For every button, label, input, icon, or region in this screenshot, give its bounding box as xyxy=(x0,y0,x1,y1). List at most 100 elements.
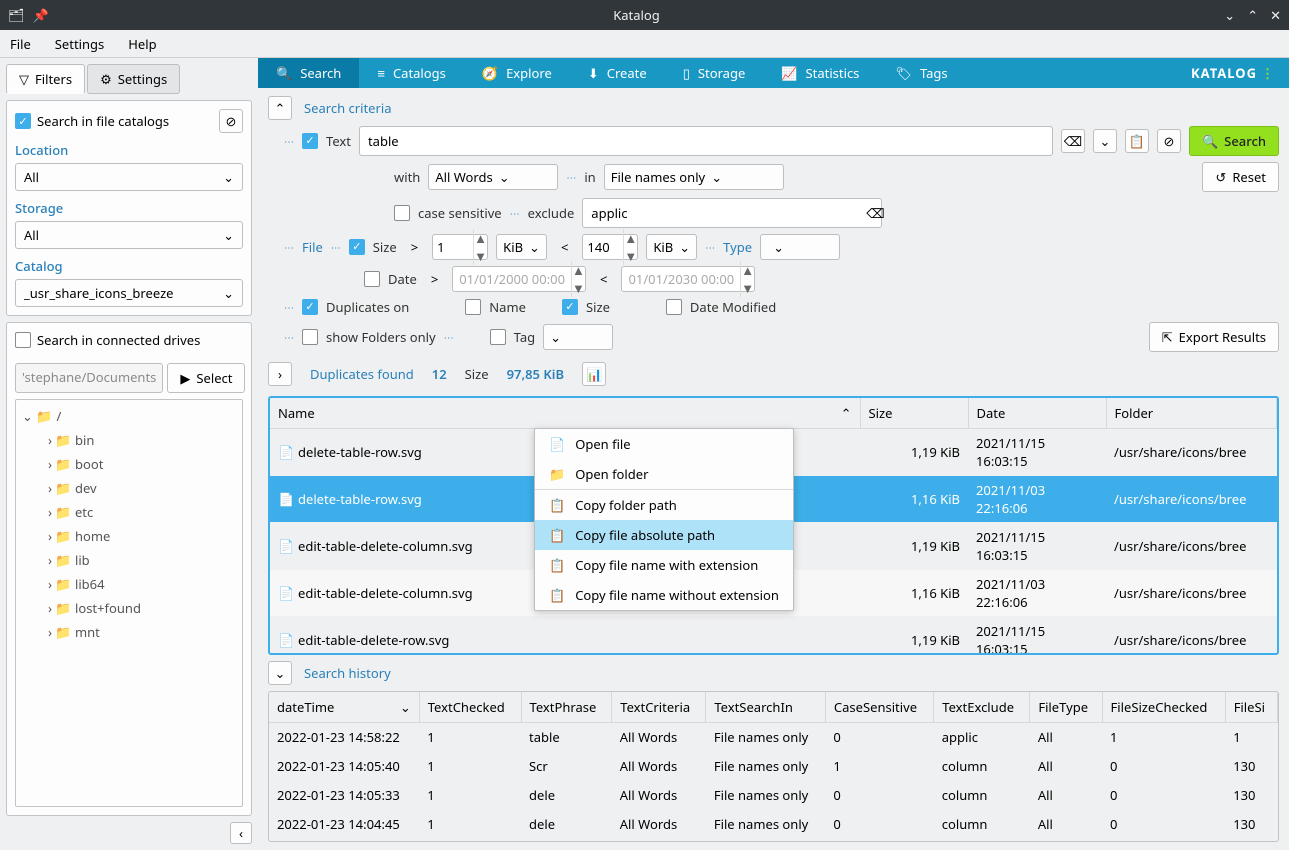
size-dup-checkbox[interactable]: ✓ xyxy=(562,299,578,315)
tag-select[interactable]: ⌄ xyxy=(543,324,613,350)
toolbar-create[interactable]: ⬇ Create xyxy=(570,58,665,88)
tree-item[interactable]: › 📁 home xyxy=(20,524,238,548)
minimize-icon[interactable]: ⌄ xyxy=(1224,6,1235,24)
history-row[interactable]: 2022-01-23 14:58:221tableAll WordsFile n… xyxy=(269,723,1278,752)
folder-tree[interactable]: ⌄ 📁 / › 📁 bin› 📁 boot› 📁 dev› 📁 etc› 📁 h… xyxy=(15,399,243,807)
tree-item[interactable]: › 📁 mnt xyxy=(20,620,238,644)
history-col[interactable]: TextSearchIn xyxy=(706,692,826,723)
tree-item[interactable]: › 📁 etc xyxy=(20,500,238,524)
history-col[interactable]: TextExclude xyxy=(934,692,1030,723)
tab-settings[interactable]: ⚙ Settings xyxy=(87,64,180,94)
storage-select[interactable]: All⌄ xyxy=(15,221,243,249)
history-dropdown-icon[interactable]: ⌄ xyxy=(1093,129,1117,153)
clear-filters-icon[interactable]: ⊘ xyxy=(219,109,243,133)
close-icon[interactable]: ✕ xyxy=(1270,6,1281,24)
date-from[interactable]: 01/01/2000 00:00▲▼ xyxy=(452,266,586,292)
toolbar-tags[interactable]: 🏷 Tags xyxy=(877,58,965,88)
history-col[interactable]: dateTime ⌄ xyxy=(269,692,419,723)
date-to[interactable]: 01/01/2030 00:00▲▼ xyxy=(621,266,755,292)
name-checkbox[interactable] xyxy=(465,299,481,315)
text-checkbox[interactable]: ✓ xyxy=(302,133,318,149)
paste-icon[interactable]: 📋 xyxy=(1125,129,1149,153)
size-from-spin[interactable]: ▲▼ xyxy=(432,234,488,260)
with-select[interactable]: All Words ⌄ xyxy=(428,164,558,190)
search-in-catalogs-checkbox[interactable]: ✓ xyxy=(15,113,31,129)
ctx-open-file[interactable]: 📄 Open file xyxy=(535,429,793,459)
toolbar-explore[interactable]: 🧭 Explore xyxy=(464,58,570,88)
search-text-input[interactable] xyxy=(359,126,1053,156)
clear-exclude-icon[interactable]: ⌫ xyxy=(866,204,884,222)
expand-results-button[interactable]: › xyxy=(268,362,292,386)
tree-root[interactable]: ⌄ 📁 / xyxy=(20,404,238,428)
tag-label: Tag xyxy=(514,328,535,346)
res-size-label: Size xyxy=(465,365,489,383)
menu-file[interactable]: File xyxy=(10,35,31,53)
ctx-copy-abs-path[interactable]: 📋 Copy file absolute path xyxy=(535,520,793,550)
tree-item[interactable]: › 📁 bin xyxy=(20,428,238,452)
size-to-input[interactable] xyxy=(583,238,623,256)
toolbar-search[interactable]: 🔍 Search xyxy=(258,58,359,88)
datemod-checkbox[interactable] xyxy=(666,299,682,315)
reset-button[interactable]: ↺ Reset xyxy=(1202,162,1279,192)
history-row[interactable]: 2022-01-23 14:04:451deleAll WordsFile na… xyxy=(269,810,1278,839)
search-in-drives-checkbox[interactable] xyxy=(15,332,31,348)
type-select[interactable]: ⌄ xyxy=(760,234,840,260)
ctx-open-folder[interactable]: 📁 Open folder xyxy=(535,459,793,489)
menu-settings[interactable]: Settings xyxy=(55,35,104,53)
col-size[interactable]: Size xyxy=(860,398,968,429)
maximize-icon[interactable]: ⌃ xyxy=(1247,6,1258,24)
collapse-left-panel-button[interactable]: ‹ xyxy=(230,822,252,844)
select-path-button[interactable]: ▶ Select xyxy=(167,363,245,393)
history-col[interactable]: CaseSensitive xyxy=(825,692,933,723)
history-col[interactable]: TextChecked xyxy=(419,692,521,723)
history-row[interactable]: 2022-01-23 14:05:401ScrAll WordsFile nam… xyxy=(269,752,1278,781)
size-to-unit[interactable]: KiB ⌄ xyxy=(646,234,697,260)
history-col[interactable]: FileSi xyxy=(1225,692,1277,723)
location-select[interactable]: All⌄ xyxy=(15,163,243,191)
catalog-select[interactable]: _usr_share_icons_breeze⌄ xyxy=(15,279,243,307)
toolbar-storage[interactable]: ▯ Storage xyxy=(665,58,764,88)
date-checkbox[interactable] xyxy=(364,271,380,287)
tab-filters[interactable]: ▽ Filters xyxy=(6,64,85,94)
toolbar-catalogs[interactable]: ≡ Catalogs xyxy=(359,58,464,88)
collapse-criteria-button[interactable]: ⌃ xyxy=(268,96,292,120)
folders-only-checkbox[interactable] xyxy=(302,329,318,345)
history-row[interactable]: 2022-01-23 14:04:181deleAll WordsFile na… xyxy=(269,839,1278,842)
tag-checkbox[interactable] xyxy=(490,329,506,345)
history-col[interactable]: FileType xyxy=(1030,692,1102,723)
table-row[interactable]: 📄edit-table-delete-row.svg1,19 KiB2021/1… xyxy=(270,616,1277,655)
ctx-copy-name-noext[interactable]: 📋 Copy file name without extension xyxy=(535,580,793,610)
collapse-history-button[interactable]: ⌄ xyxy=(268,661,292,685)
exclude-input[interactable] xyxy=(582,198,882,228)
tree-item[interactable]: › 📁 lib xyxy=(20,548,238,572)
search-button[interactable]: 🔍 Search xyxy=(1189,126,1279,156)
history-col[interactable]: TextCriteria xyxy=(612,692,706,723)
history-row[interactable]: 2022-01-23 14:05:331deleAll WordsFile na… xyxy=(269,781,1278,810)
col-date[interactable]: Date xyxy=(968,398,1106,429)
export-results-button[interactable]: ⇱ Export Results xyxy=(1149,322,1279,352)
clear-text-icon[interactable]: ⌫ xyxy=(1061,129,1085,153)
history-col[interactable]: TextPhrase xyxy=(521,692,612,723)
size-from-input[interactable] xyxy=(433,238,473,256)
duplicates-checkbox[interactable]: ✓ xyxy=(302,299,318,315)
col-name[interactable]: Name ⌃ xyxy=(270,398,860,429)
case-sensitive-checkbox[interactable] xyxy=(394,205,410,221)
chart-icon[interactable]: 📊 xyxy=(582,362,606,386)
in-select[interactable]: File names only ⌄ xyxy=(604,164,784,190)
col-folder[interactable]: Folder xyxy=(1106,398,1277,429)
ctx-copy-folder-path[interactable]: 📋 Copy folder path xyxy=(535,490,793,520)
pin-icon[interactable]: 📌 xyxy=(33,6,49,24)
ctx-copy-name-ext[interactable]: 📋 Copy file name with extension xyxy=(535,550,793,580)
tree-item[interactable]: › 📁 boot xyxy=(20,452,238,476)
menu-help[interactable]: Help xyxy=(128,35,156,53)
size-to-spin[interactable]: ▲▼ xyxy=(582,234,638,260)
tree-item[interactable]: › 📁 lib64 xyxy=(20,572,238,596)
size-checkbox[interactable]: ✓ xyxy=(349,239,365,255)
path-input[interactable]: 'stephane/Documents xyxy=(15,363,163,393)
tree-item[interactable]: › 📁 dev xyxy=(20,476,238,500)
tree-item[interactable]: › 📁 lost+found xyxy=(20,596,238,620)
toolbar-statistics[interactable]: 📈 Statistics xyxy=(763,58,877,88)
history-col[interactable]: FileSizeChecked xyxy=(1102,692,1225,723)
clear-search-icon[interactable]: ⊘ xyxy=(1157,129,1181,153)
size-from-unit[interactable]: KiB ⌄ xyxy=(496,234,547,260)
